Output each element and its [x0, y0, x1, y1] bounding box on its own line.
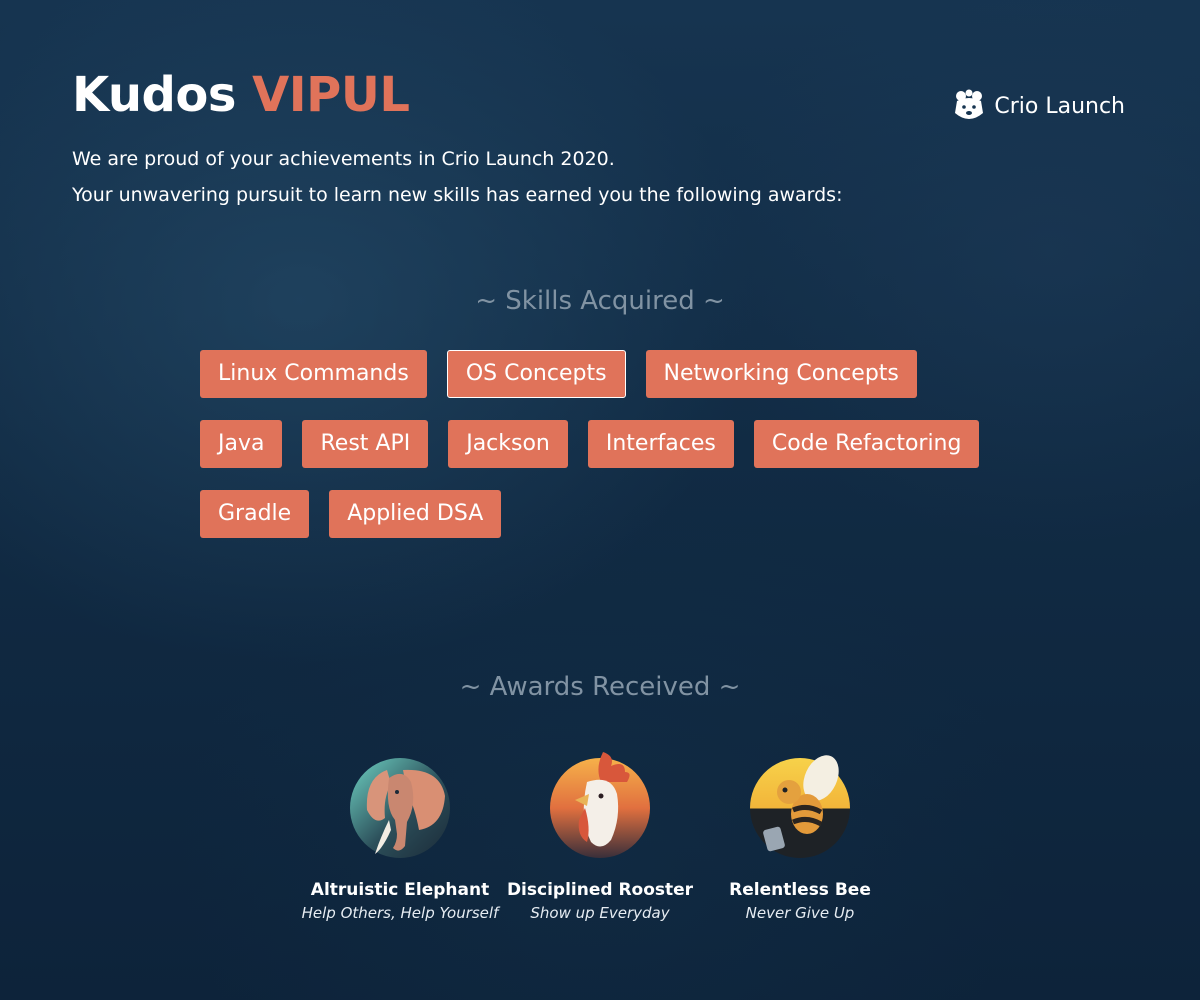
rooster-icon: [550, 752, 650, 858]
greeting: Kudos: [72, 67, 236, 123]
award-disciplined-rooster: Disciplined Rooster Show up Everyday: [500, 748, 700, 924]
intro-line-1: We are proud of your achievements in Cri…: [72, 148, 615, 170]
award-tagline: Help Others, Help Yourself: [301, 904, 499, 922]
award-title: Relentless Bee: [729, 880, 871, 900]
skill-chip-java: Java: [200, 420, 283, 468]
skill-chip-code-refactoring: Code Refactoring: [753, 420, 980, 468]
skills-list: Linux Commands OS Concepts Networking Co…: [200, 350, 1020, 560]
page-title: Kudos VIPUL: [72, 62, 410, 128]
skill-row: Linux Commands OS Concepts Networking Co…: [200, 350, 1020, 398]
skill-chip-rest-api: Rest API: [302, 420, 429, 468]
intro-text: We are proud of your achievements in Cri…: [72, 141, 842, 213]
skill-row: Gradle Applied DSA: [200, 490, 1020, 538]
bee-icon: [750, 755, 850, 858]
award-relentless-bee: Relentless Bee Never Give Up: [700, 748, 900, 924]
brand-name: Crio Launch: [994, 93, 1125, 119]
recipient-name: VIPUL: [252, 67, 410, 123]
header: Kudos VIPUL: [72, 62, 410, 128]
skill-chip-gradle: Gradle: [200, 490, 310, 538]
skill-chip-interfaces: Interfaces: [587, 420, 734, 468]
elephant-icon: [350, 758, 450, 858]
skill-chip-applied-dsa: Applied DSA: [329, 490, 502, 538]
awards-list: Altruistic Elephant Help Others, Help Yo…: [300, 748, 900, 924]
skill-chip-networking-concepts: Networking Concepts: [645, 350, 917, 398]
award-tagline: Show up Everyday: [530, 904, 670, 922]
skill-chip-os-concepts: OS Concepts: [446, 350, 626, 398]
award-title: Altruistic Elephant: [310, 880, 490, 900]
brand-logo: Crio Launch: [952, 86, 1125, 126]
award-title: Disciplined Rooster: [506, 880, 694, 900]
skills-section-title: ~ Skills Acquired ~: [475, 286, 725, 316]
award-tagline: Never Give Up: [745, 904, 855, 922]
bear-logo-icon: [955, 89, 984, 119]
skill-chip-jackson: Jackson: [448, 420, 568, 468]
awards-section-title: ~ Awards Received ~: [459, 672, 741, 702]
skill-chip-linux-commands: Linux Commands: [200, 350, 427, 398]
award-altruistic-elephant: Altruistic Elephant Help Others, Help Yo…: [300, 748, 500, 924]
intro-line-2: Your unwavering pursuit to learn new ski…: [72, 184, 843, 206]
skill-row: Java Rest API Jackson Interfaces Code Re…: [200, 420, 1020, 468]
